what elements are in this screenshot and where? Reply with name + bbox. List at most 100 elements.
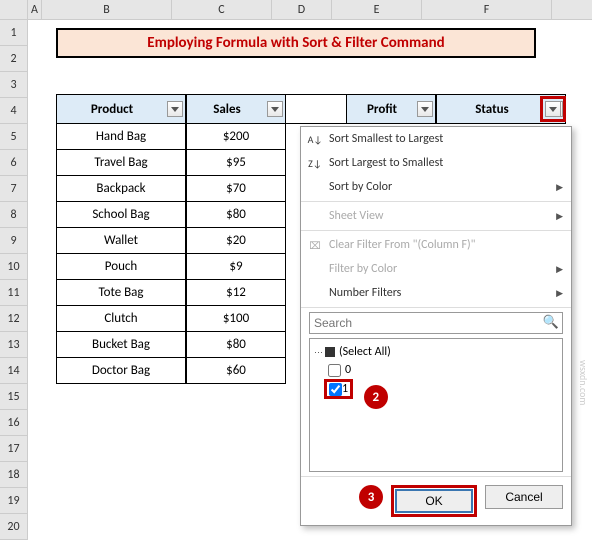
row-head[interactable]: 8 — [0, 202, 28, 228]
separator — [301, 307, 571, 308]
cell-sales[interactable]: $60 — [186, 358, 286, 384]
cell-product[interactable]: Doctor Bag — [56, 358, 186, 384]
cell-sales[interactable]: $70 — [186, 176, 286, 202]
clear-filter-item: ⌧ Clear Filter From "(Column F)" — [301, 233, 571, 257]
sort-asc-item[interactable]: A↓ Sort Smallest to Largest — [301, 127, 571, 151]
cell-product[interactable]: Wallet — [56, 228, 186, 254]
column-header-row: A B C D E F — [0, 0, 592, 20]
clear-filter-icon: ⌧ — [307, 237, 323, 253]
row-head[interactable]: 16 — [0, 410, 28, 436]
row-head[interactable]: 11 — [0, 280, 28, 306]
header-product[interactable]: Product — [56, 94, 186, 124]
chevron-right-icon: ▶ — [556, 288, 563, 299]
cell-product[interactable]: Travel Bag — [56, 150, 186, 176]
select-all-corner[interactable] — [0, 0, 28, 19]
chevron-right-icon: ▶ — [556, 211, 563, 222]
filter-button-sales[interactable] — [267, 101, 283, 117]
option-1-label: 1 — [342, 382, 348, 396]
row-head[interactable]: 6 — [0, 150, 28, 176]
cell-sales[interactable]: $100 — [186, 306, 286, 332]
row-head[interactable]: 19 — [0, 488, 28, 514]
row-head[interactable]: 14 — [0, 358, 28, 384]
row-head[interactable]: 20 — [0, 514, 28, 540]
cell-sales[interactable]: $9 — [186, 254, 286, 280]
number-filters-item[interactable]: Number Filters ▶ — [301, 281, 571, 305]
cell-sales[interactable]: $200 — [186, 124, 286, 150]
sort-by-color-label: Sort by Color — [329, 180, 392, 194]
filter-button-product[interactable] — [167, 101, 183, 117]
row-head[interactable]: 13 — [0, 332, 28, 358]
row-head[interactable]: 7 — [0, 176, 28, 202]
select-all-label: (Select All) — [339, 345, 391, 359]
filter-option-0[interactable]: 0 — [314, 361, 558, 379]
row-head[interactable]: 4 — [0, 98, 28, 124]
col-header-C[interactable]: C — [172, 0, 272, 19]
cell-sales[interactable]: $80 — [186, 202, 286, 228]
cell-product[interactable]: Bucket Bag — [56, 332, 186, 358]
cell-sales[interactable]: $12 — [186, 280, 286, 306]
col-header-B[interactable]: B — [42, 0, 172, 19]
select-all-checkbox[interactable] — [325, 347, 335, 357]
option-0-label: 0 — [345, 363, 351, 377]
header-profit-label: Profit — [367, 102, 397, 117]
sort-desc-label: Sort Largest to Smallest — [329, 156, 443, 170]
checkbox-1[interactable] — [329, 383, 342, 396]
row-head[interactable]: 18 — [0, 462, 28, 488]
watermark: wsxdn.com — [577, 360, 590, 405]
title-text: Employing Formula with Sort & Filter Com… — [147, 34, 444, 52]
cell-product[interactable]: Clutch — [56, 306, 186, 332]
sort-desc-icon: Z↓ — [307, 155, 323, 171]
filter-values-tree[interactable]: ⋯ (Select All) 0 1 2 — [309, 338, 563, 472]
filter-button-helper[interactable] — [545, 101, 561, 117]
col-header-E[interactable]: E — [332, 0, 422, 19]
select-all-item[interactable]: ⋯ (Select All) — [314, 343, 558, 361]
chevron-right-icon: ▶ — [556, 182, 563, 193]
clear-filter-label: Clear Filter From "(Column F)" — [329, 238, 475, 252]
row-head[interactable]: 3 — [0, 72, 28, 98]
title-cell[interactable]: Employing Formula with Sort & Filter Com… — [56, 28, 536, 58]
cell-product[interactable]: Tote Bag — [56, 280, 186, 306]
filter-option-1-highlight: 1 — [324, 379, 353, 399]
filter-search-input[interactable] — [309, 312, 563, 334]
row-head[interactable]: 9 — [0, 228, 28, 254]
sort-asc-label: Sort Smallest to Largest — [329, 132, 443, 146]
row-head[interactable]: 1 — [0, 20, 28, 46]
sort-desc-item[interactable]: Z↓ Sort Largest to Smallest — [301, 151, 571, 175]
col-header-F[interactable]: F — [422, 0, 552, 19]
filter-by-color-item: Filter by Color ▶ — [301, 257, 571, 281]
row-head[interactable]: 10 — [0, 254, 28, 280]
filter-button-profit[interactable] — [417, 101, 433, 117]
chevron-right-icon: ▶ — [556, 264, 563, 275]
row-head[interactable]: 15 — [0, 384, 28, 410]
header-sales[interactable]: Sales — [186, 94, 286, 124]
cell-product[interactable]: Pouch — [56, 254, 186, 280]
separator — [301, 201, 571, 202]
separator — [301, 230, 571, 231]
checkbox-0[interactable] — [328, 364, 341, 377]
sheet-view-label: Sheet View — [329, 209, 383, 223]
callout-3: 3 — [359, 485, 383, 509]
header-product-label: Product — [91, 102, 133, 117]
cell-product[interactable]: Hand Bag — [56, 124, 186, 150]
sort-by-color-item[interactable]: Sort by Color ▶ — [301, 175, 571, 199]
row-head[interactable]: 5 — [0, 124, 28, 150]
row-head[interactable]: 17 — [0, 436, 28, 462]
col-header-A[interactable]: A — [28, 0, 42, 19]
cell-product[interactable]: Backpack — [56, 176, 186, 202]
cell-product[interactable]: School Bag — [56, 202, 186, 228]
cell-sales[interactable]: $95 — [186, 150, 286, 176]
sheet-view-item: Sheet View ▶ — [301, 204, 571, 228]
cell-sales[interactable]: $80 — [186, 332, 286, 358]
ok-button[interactable]: OK — [395, 489, 473, 513]
cancel-button[interactable]: Cancel — [485, 485, 563, 509]
row-head[interactable]: 2 — [0, 46, 28, 72]
header-sales-label: Sales — [213, 102, 241, 117]
header-profit[interactable]: Profit — [346, 94, 436, 124]
callout-2: 2 — [364, 385, 388, 409]
gap — [286, 94, 346, 124]
col-header-D[interactable]: D — [272, 0, 332, 19]
cell-sales[interactable]: $20 — [186, 228, 286, 254]
helper-filter-highlight — [540, 96, 566, 122]
row-head[interactable]: 12 — [0, 306, 28, 332]
ok-highlight: OK — [391, 485, 477, 517]
